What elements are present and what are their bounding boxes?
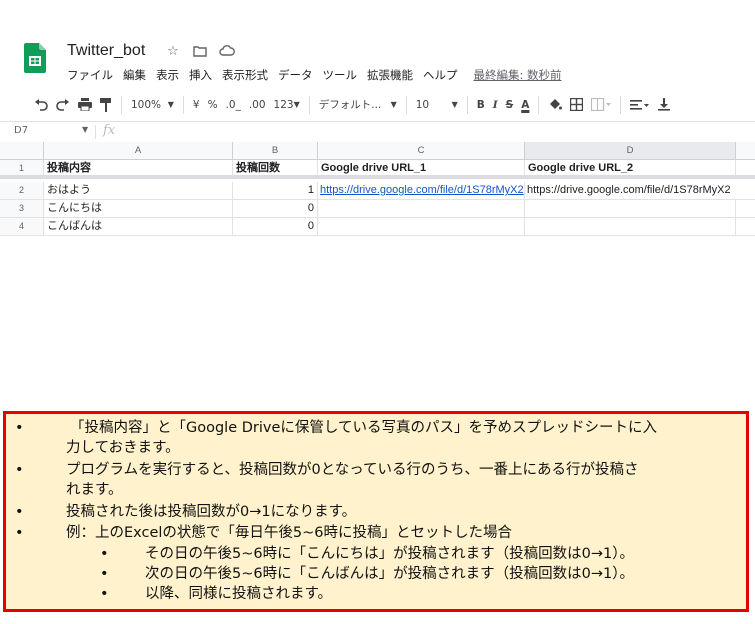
note-line-1b: 力しておきます。 [66,440,180,456]
zoom-select[interactable]: 100% ▼ [127,95,178,115]
column-header-d[interactable]: D [525,142,736,160]
cell-c4[interactable] [318,218,525,236]
explanation-note: • 「投稿内容」と「Google Driveに保管している写真のパス」を予めスプ… [3,411,749,612]
note-sub-1: その日の午後5~6時に「こんにちは」が投稿されます（投稿回数は0→1）。 [145,546,634,562]
toolbar: 100% ▼ ¥ % .0_ .00 123 ▼ デフォルト... ▼ 10 ▼ B … [0,93,755,116]
merge-cells-icon[interactable] [587,95,615,115]
align-icon[interactable] [626,95,654,115]
cell-a3[interactable]: こんにちは [44,200,233,218]
move-folder-icon[interactable] [191,42,209,60]
vertical-align-icon[interactable] [654,95,674,115]
font-label: デフォルト... [318,99,382,111]
chevron-down-icon: ▼ [167,100,174,109]
bold-button[interactable]: B [473,95,489,115]
bullet: • [15,420,24,436]
table-row: 2 おはよう 1 https://drive.google.com/file/d… [0,182,755,200]
sheets-logo-icon[interactable] [24,43,46,73]
increase-decimal-button[interactable]: .00 [245,95,270,115]
note-line-1a: 「投稿内容」と「Google Driveに保管している写真のパス」を予めスプレッ… [70,420,657,436]
number-format-select[interactable]: 123 ▼ [270,95,304,115]
cell-b2[interactable]: 1 [233,182,318,200]
column-header-e[interactable] [736,142,755,160]
menu-tools[interactable]: ツール [323,67,358,83]
menu-edit[interactable]: 編集 [123,67,146,83]
decrease-decimal-button[interactable]: .0_ [222,95,245,115]
row-header[interactable]: 3 [0,200,44,218]
cloud-status-icon[interactable] [218,42,236,60]
menu-view[interactable]: 表示 [156,67,179,83]
bullet: • [15,462,24,478]
menu-insert[interactable]: 挿入 [189,67,212,83]
chevron-down-icon: ▼ [390,100,397,109]
font-size-label: 10 [415,98,430,111]
bold-label: B [476,98,485,111]
bullet: • [100,586,109,602]
note-sub-3: 以降、同様に投稿されます。 [145,586,333,602]
redo-icon[interactable] [52,95,74,115]
table-row: 4 こんばんは 0 [0,218,755,236]
column-header-a[interactable]: A [44,142,233,160]
note-sub-2: 次の日の午後5~6時に「こんばんは」が投稿されます（投稿回数は0→1）。 [145,566,634,582]
menu-bar: ファイル 編集 表示 挿入 表示形式 データ ツール 拡張機能 ヘルプ 最終編集… [67,67,562,83]
bullet: • [15,504,24,520]
cell-d4[interactable] [525,218,736,236]
number-format-label: 123 [273,98,294,111]
text-color-button[interactable]: A [517,95,533,115]
font-select[interactable]: デフォルト... ▼ [315,95,401,115]
note-line-2b: れます。 [66,482,123,498]
bullet: • [15,525,24,541]
note-line-3: 投稿された後は投稿回数が0→1になります。 [66,504,357,520]
column-header-row: A B C D [0,142,755,160]
currency-button[interactable]: ¥ [189,95,204,115]
bullet: • [100,566,109,582]
chevron-down-icon: ▼ [451,100,458,109]
row-header[interactable]: 2 [0,182,44,200]
menu-extensions[interactable]: 拡張機能 [367,67,413,83]
menu-format[interactable]: 表示形式 [222,67,268,83]
formula-bar: D7 ▼ fx [0,121,755,143]
last-edit-link[interactable]: 最終編集: 数秒前 [474,67,562,83]
document-title[interactable]: Twitter_bot [67,42,145,60]
undo-icon[interactable] [30,95,52,115]
frozen-row-divider[interactable] [0,175,755,179]
borders-icon[interactable] [566,95,587,115]
column-header-c[interactable]: C [318,142,525,160]
text-color-label: A [521,98,530,111]
bullet: • [100,546,109,562]
function-icon: fx [103,123,116,138]
chevron-down-icon[interactable]: ▼ [82,125,88,134]
cell-e3[interactable] [736,200,755,218]
note-line-4: 例：上のExcelの状態で「毎日午後5~6時に投稿」とセットした場合 [66,525,513,541]
cell-a4[interactable]: こんばんは [44,218,233,236]
table-row: 3 こんにちは 0 [0,200,755,218]
row-header[interactable]: 4 [0,218,44,236]
select-all-corner[interactable] [0,142,44,160]
name-box[interactable]: D7 [14,125,28,136]
cell-c3[interactable] [318,200,525,218]
paint-format-icon[interactable] [96,95,116,115]
cell-d3[interactable] [525,200,736,218]
menu-file[interactable]: ファイル [67,67,113,83]
zoom-value: 100% [131,98,162,111]
strikethrough-label: S [505,98,514,111]
italic-button[interactable]: I [489,95,502,115]
italic-label: I [492,98,498,111]
chevron-down-icon: ▼ [293,100,300,109]
fill-color-icon[interactable] [544,95,566,115]
print-icon[interactable] [74,95,96,115]
menu-data[interactable]: データ [278,67,313,83]
cell-d2[interactable]: https://drive.google.com/file/d/1S78rMyX… [525,182,755,200]
star-icon[interactable]: ☆ [164,42,182,60]
note-line-2a: プログラムを実行すると、投稿回数が0となっている行のうち、一番上にある行が投稿さ [66,462,639,478]
cell-e4[interactable] [736,218,755,236]
menu-help[interactable]: ヘルプ [423,67,458,83]
strikethrough-button[interactable]: S [502,95,518,115]
font-size-select[interactable]: 10 ▼ [412,95,462,115]
cell-a2[interactable]: おはよう [44,182,233,200]
percent-button[interactable]: % [204,95,222,115]
cell-b4[interactable]: 0 [233,218,318,236]
cell-b3[interactable]: 0 [233,200,318,218]
column-header-b[interactable]: B [233,142,318,160]
cell-c2-link[interactable]: https://drive.google.com/file/d/1S78rMyX… [318,182,525,200]
